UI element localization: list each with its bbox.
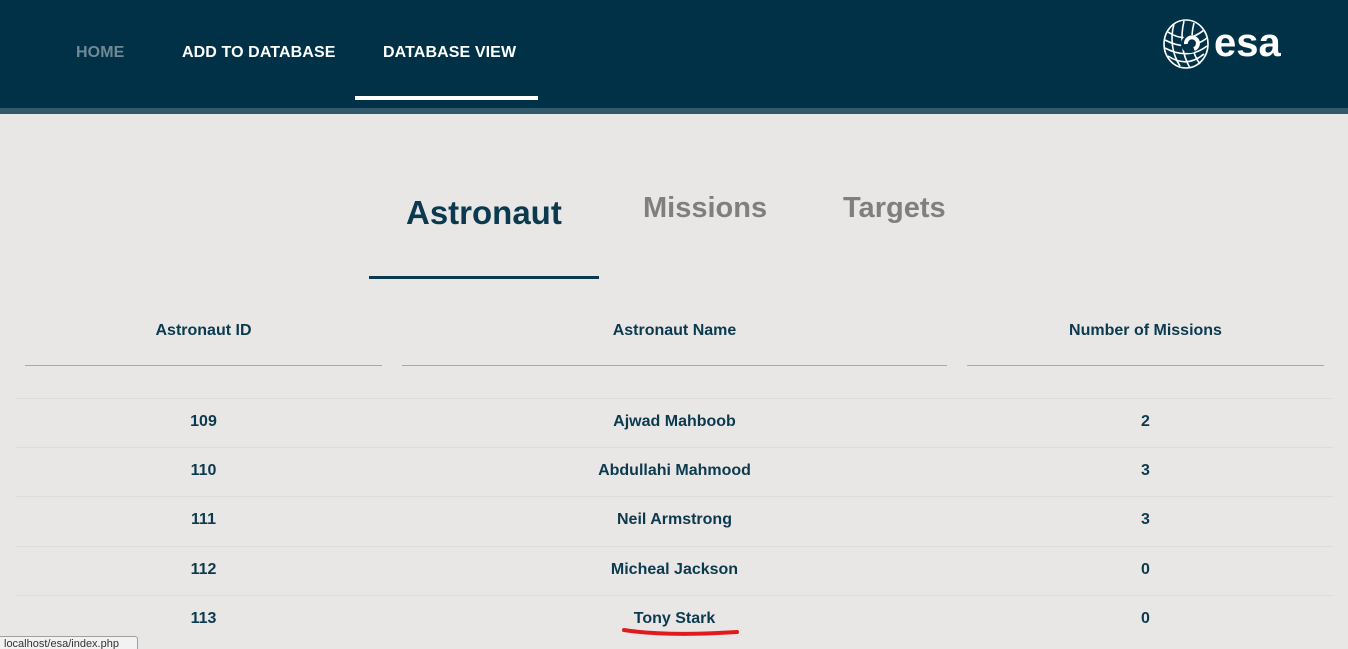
cell-astronaut-name: Neil Armstrong — [617, 511, 732, 528]
cell-astronaut-id: 110 — [190, 462, 217, 479]
tab-targets[interactable]: Targets — [843, 192, 946, 225]
esa-logo-icon: esa — [1163, 19, 1281, 69]
header-divider — [402, 365, 947, 366]
cell-number-of-missions: 0 — [1141, 610, 1150, 627]
cell-astronaut-id: 111 — [191, 511, 216, 528]
header-astronaut-id[interactable]: Astronaut ID — [25, 322, 382, 340]
svg-text:esa: esa — [1214, 21, 1281, 65]
cell-astronaut-name: Ajwad Mahboob — [613, 413, 736, 430]
tab-astronaut[interactable]: Astronaut — [406, 194, 562, 232]
status-bar-url: localhost/esa/index.php — [0, 636, 138, 649]
row-divider — [15, 546, 1333, 547]
tab-missions[interactable]: Missions — [643, 192, 767, 225]
row-divider — [15, 447, 1333, 448]
nav-active-indicator — [355, 96, 538, 100]
esa-logo[interactable]: esa — [1160, 18, 1310, 70]
cell-astronaut-id: 109 — [190, 413, 217, 430]
cell-astronaut-name: Micheal Jackson — [610, 561, 739, 578]
nav-add-to-database[interactable]: ADD TO DATABASE — [182, 44, 336, 66]
red-underline-annotation — [622, 628, 739, 636]
cell-astronaut-name: Abdullahi Mahmood — [598, 462, 751, 479]
header-astronaut-name[interactable]: Astronaut Name — [402, 322, 947, 340]
cell-number-of-missions: 2 — [1141, 413, 1150, 430]
nav-database-view[interactable]: DATABASE VIEW — [383, 44, 516, 66]
row-divider — [15, 595, 1333, 596]
cell-number-of-missions: 0 — [1141, 561, 1150, 578]
nav-home[interactable]: HOME — [76, 44, 124, 66]
row-divider — [15, 496, 1333, 497]
tab-active-indicator — [369, 276, 599, 279]
header-number-of-missions[interactable]: Number of Missions — [967, 322, 1324, 340]
header-divider — [25, 365, 382, 366]
row-divider — [15, 398, 1333, 399]
cell-number-of-missions: 3 — [1141, 511, 1150, 528]
cell-astronaut-id: 113 — [190, 610, 217, 627]
cell-astronaut-id: 112 — [190, 561, 217, 578]
header-divider — [967, 365, 1324, 366]
cell-number-of-missions: 3 — [1141, 462, 1150, 479]
navigation-bar-strip — [0, 108, 1348, 114]
